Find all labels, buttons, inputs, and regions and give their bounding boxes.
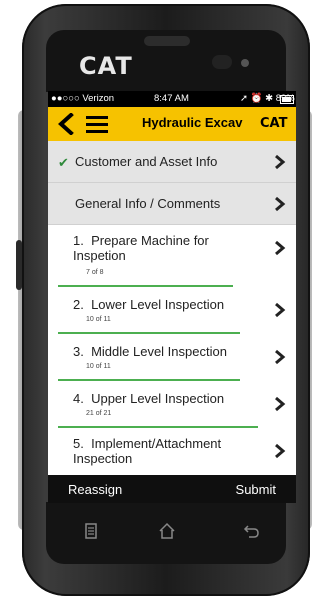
proximity-sensor: [241, 59, 249, 67]
inspection-progress-text: 21 of 21: [86, 410, 112, 417]
inspection-label: 1. Prepare Machine for Inspetion: [73, 233, 209, 263]
inspection-label: 2. Lower Level Inspection: [73, 297, 225, 312]
section-label: General Info / Comments: [75, 196, 221, 211]
reassign-button[interactable]: Reassign: [68, 482, 122, 497]
inspection-label: 3. Middle Level Inspection: [73, 344, 227, 359]
inspection-progress-text: 10 of 11: [86, 316, 111, 323]
hamburger-menu-icon[interactable]: [86, 115, 110, 133]
inspection-item-4[interactable]: 4. Upper Level Inspection 21 of 21: [48, 381, 296, 428]
status-bar: ●●○○○ Verizon 8:47 AM ➚ ⏰ ✱ 89%: [48, 91, 296, 107]
bluetooth-icon: ✱: [265, 93, 274, 104]
front-camera: [212, 55, 232, 69]
inspection-section-list: ✔ Customer and Asset Info General Info /…: [48, 141, 296, 488]
inspection-item-2[interactable]: 2. Lower Level Inspection 10 of 11: [48, 287, 296, 334]
inspection-item-3[interactable]: 3. Middle Level Inspection 10 of 11: [48, 334, 296, 381]
system-navigation-bar: [46, 508, 286, 548]
chevron-right-icon: [275, 443, 286, 459]
chevron-right-icon: [275, 349, 286, 365]
device-screen: ●●○○○ Verizon 8:47 AM ➚ ⏰ ✱ 89% Hydrauli…: [48, 91, 296, 503]
device-brand-logo: CAT: [79, 52, 133, 80]
back-icon[interactable]: [242, 522, 260, 540]
carrier-label: ●●○○○ Verizon: [51, 93, 115, 104]
inspection-label: 5. Implement/Attachment Inspection: [73, 436, 222, 466]
app-logo: CAT: [260, 116, 288, 131]
speaker-grille: [144, 36, 190, 46]
alarm-icon: ⏰: [250, 93, 263, 104]
submit-button[interactable]: Submit: [236, 482, 276, 497]
battery-icon: [280, 95, 294, 104]
back-arrow-icon[interactable]: [56, 113, 76, 135]
chevron-right-icon: [275, 240, 286, 256]
recent-apps-icon[interactable]: [82, 522, 100, 540]
app-header: Hydraulic Excav CAT: [48, 107, 296, 141]
inspection-label: 4. Upper Level Inspection: [73, 391, 225, 406]
location-icon: ➚: [240, 93, 248, 104]
clock: 8:47 AM: [154, 93, 189, 104]
chevron-right-icon: [275, 396, 286, 412]
section-label: Customer and Asset Info: [75, 154, 218, 169]
section-customer-asset-info[interactable]: ✔ Customer and Asset Info: [48, 141, 296, 183]
phone-side-button: [16, 240, 22, 290]
chevron-right-icon: [275, 302, 286, 318]
section-general-info-comments[interactable]: General Info / Comments: [48, 183, 296, 225]
inspection-progress-text: 7 of 8: [86, 269, 104, 276]
home-icon[interactable]: [158, 522, 176, 540]
inspection-progress-text: 10 of 11: [86, 363, 111, 370]
page-title: Hydraulic Excav: [142, 115, 243, 130]
chevron-right-icon: [275, 154, 286, 170]
bottom-action-bar: Reassign Submit: [48, 475, 296, 503]
inspection-item-1[interactable]: 1. Prepare Machine for Inspetion 7 of 8: [48, 225, 296, 287]
checkmark-icon: ✔: [58, 155, 69, 170]
chevron-right-icon: [275, 196, 286, 212]
